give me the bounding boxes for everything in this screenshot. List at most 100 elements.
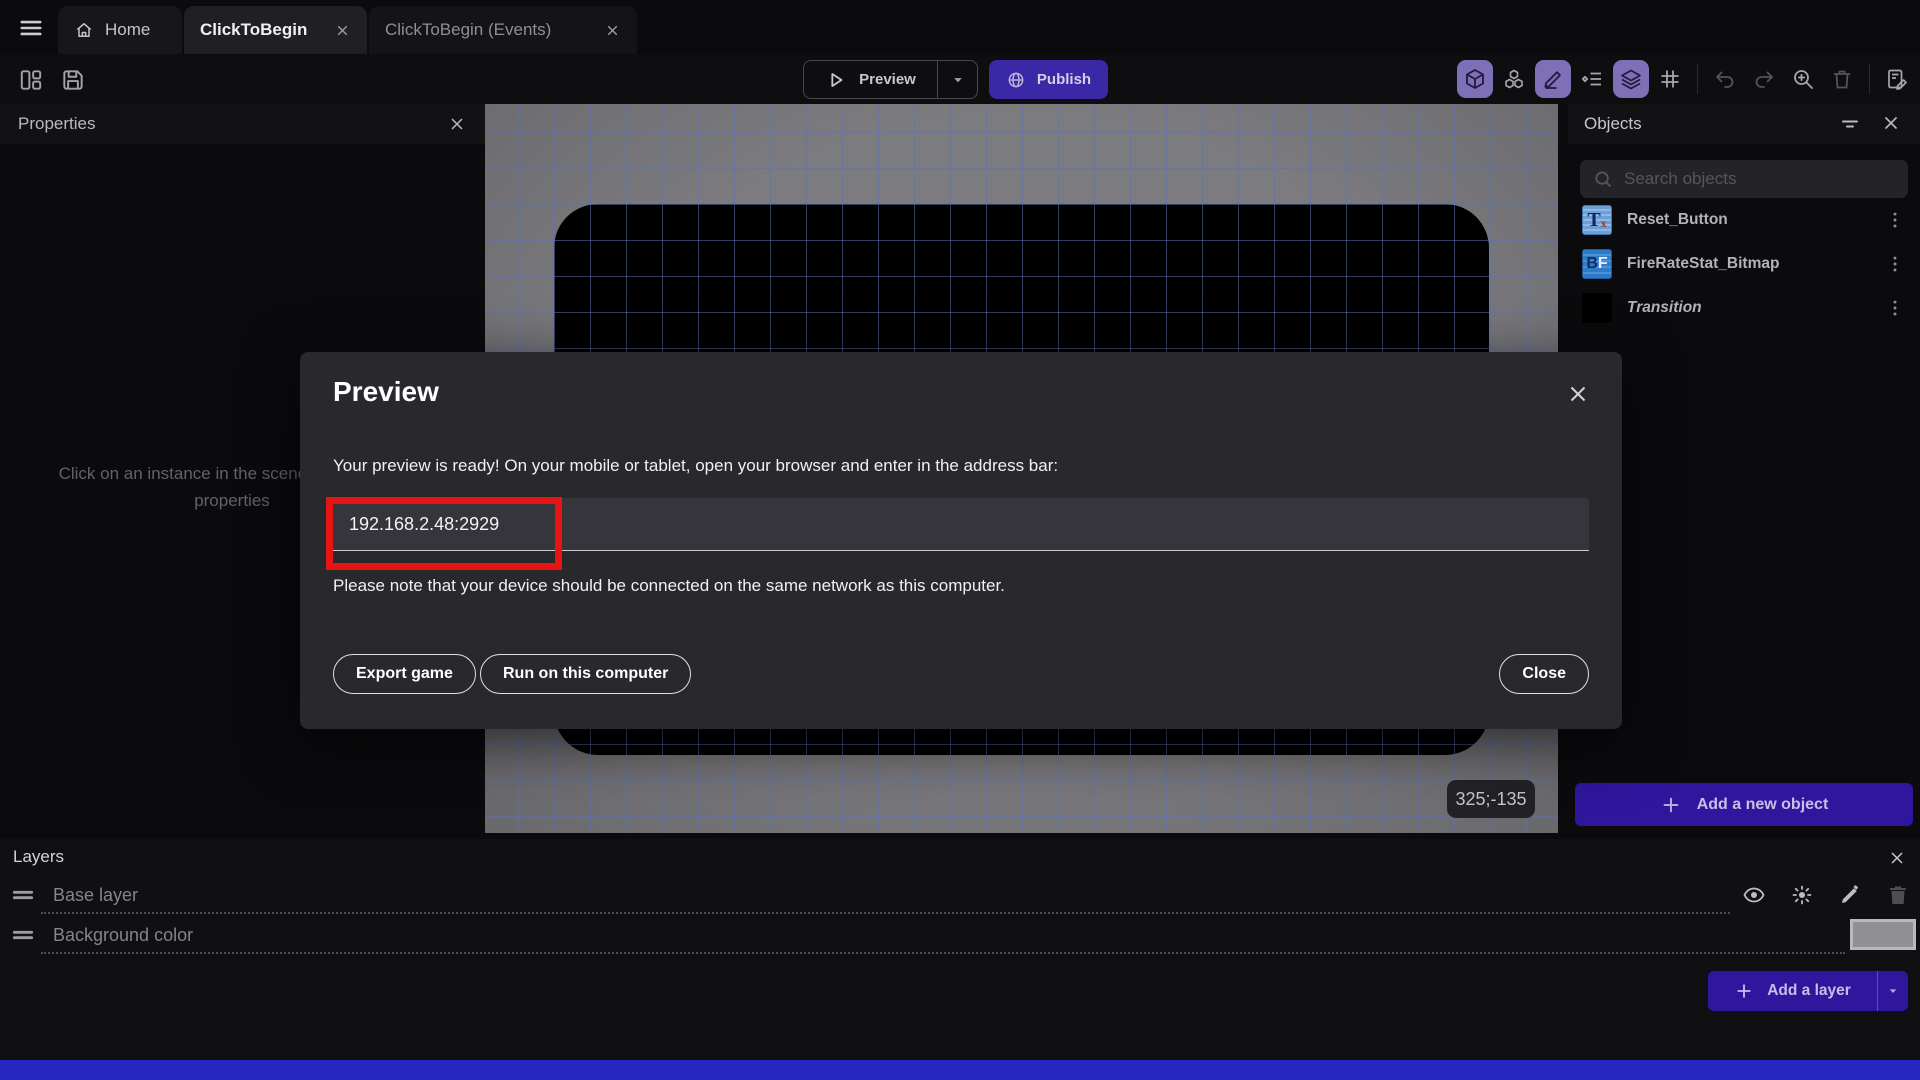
preview-button[interactable]: Preview xyxy=(803,60,978,99)
tab-events-editor[interactable]: ClickToBegin (Events) xyxy=(369,6,637,54)
close-icon[interactable] xyxy=(447,114,467,134)
text-object-icon: Tx xyxy=(1582,205,1612,235)
layer-row-base[interactable]: Base layer xyxy=(0,875,1920,915)
cubes-icon xyxy=(1502,67,1526,91)
preview-button-label: Preview xyxy=(859,71,916,88)
tab-scene-editor[interactable]: ClickToBegin xyxy=(184,6,367,54)
edit-layer-pencil-icon[interactable] xyxy=(1838,883,1862,907)
run-on-this-computer-button[interactable]: Run on this computer xyxy=(480,654,692,694)
background-color-swatch[interactable] xyxy=(1850,919,1916,950)
home-icon xyxy=(74,20,94,40)
toggle-3d-view-button[interactable] xyxy=(1457,60,1493,98)
add-new-object-label: Add a new object xyxy=(1696,795,1829,813)
zoom-button[interactable] xyxy=(1785,60,1821,98)
object-list-item[interactable]: BF FireRateStat_Bitmap xyxy=(1568,242,1920,286)
events-sheet-icon xyxy=(1885,67,1909,91)
publish-button-label: Publish xyxy=(1036,71,1092,88)
play-icon xyxy=(825,69,847,91)
open-project-manager-button[interactable] xyxy=(18,67,44,93)
editor-toolbar-icons xyxy=(1457,59,1915,99)
hamburger-icon xyxy=(18,15,44,41)
close-icon[interactable] xyxy=(1880,112,1904,136)
plus-icon xyxy=(1734,981,1754,1001)
search-icon xyxy=(1592,168,1614,190)
tab-bar: Home ClickToBegin ClickToBegin (Events) xyxy=(0,0,1920,54)
layer-actions xyxy=(1742,883,1910,907)
add-layer-label: Add a layer xyxy=(1767,982,1851,999)
layer-effects-icon[interactable] xyxy=(1790,883,1814,907)
layer-row-background-color[interactable]: Background color xyxy=(0,915,1920,955)
zoom-in-icon xyxy=(1791,67,1815,91)
layer-name: Base layer xyxy=(53,884,139,905)
close-tab-icon[interactable] xyxy=(334,22,351,39)
close-tab-icon[interactable] xyxy=(604,22,621,39)
drag-handle-icon[interactable] xyxy=(10,922,36,948)
annotation-highlight-rectangle xyxy=(326,497,562,570)
bottom-accent-strip xyxy=(0,1060,1920,1080)
add-layer-dropdown[interactable] xyxy=(1877,971,1908,1011)
bitmap-text-object-icon: BF xyxy=(1582,249,1612,279)
cursor-coordinates-badge: 325;-135 xyxy=(1447,780,1535,818)
preview-button-main[interactable]: Preview xyxy=(804,61,937,98)
toggle-grid-button[interactable] xyxy=(1652,60,1688,98)
chevron-down-icon xyxy=(1885,983,1901,999)
pencil-icon xyxy=(1541,67,1565,91)
object-name: Transition xyxy=(1627,299,1702,316)
instances-list-button[interactable] xyxy=(1574,60,1610,98)
preview-options-dropdown[interactable] xyxy=(937,61,977,98)
gdevelop-app: Home ClickToBegin ClickToBegin (Events) … xyxy=(0,0,1920,1080)
globe-icon xyxy=(1006,70,1026,90)
layers-panel-title: Layers xyxy=(13,847,65,866)
delete-button[interactable] xyxy=(1824,60,1860,98)
drag-handle-icon[interactable] xyxy=(10,882,36,908)
filter-icon[interactable] xyxy=(1838,112,1862,136)
objects-panel-header: Objects xyxy=(1568,104,1920,144)
visibility-eye-icon[interactable] xyxy=(1742,883,1766,907)
add-new-object-button[interactable]: Add a new object xyxy=(1575,783,1913,826)
object-list-item[interactable]: Tx Reset_Button xyxy=(1568,198,1920,242)
layers-panel: Layers Base layer Background color Add a xyxy=(0,839,1920,1060)
dialog-note-text: Please note that your device should be c… xyxy=(333,576,1005,595)
toolbar-divider xyxy=(1869,64,1870,94)
close-icon[interactable] xyxy=(1565,381,1591,407)
tab-home-label: Home xyxy=(105,20,151,39)
save-icon[interactable] xyxy=(60,67,86,93)
publish-button[interactable]: Publish xyxy=(989,60,1108,99)
search-objects-input[interactable] xyxy=(1624,169,1896,189)
objects-search-box[interactable] xyxy=(1580,160,1908,198)
more-options-icon[interactable] xyxy=(1884,253,1906,275)
export-game-button[interactable]: Export game xyxy=(333,654,476,694)
more-options-icon[interactable] xyxy=(1884,209,1906,231)
close-icon[interactable] xyxy=(1887,848,1907,868)
layer-name: Background color xyxy=(53,924,194,945)
properties-panel-title: Properties xyxy=(18,114,96,133)
main-menu-button[interactable] xyxy=(14,13,48,43)
undo-icon xyxy=(1713,67,1737,91)
object-list-item[interactable]: Transition xyxy=(1568,286,1920,330)
add-layer-button-main[interactable]: Add a layer xyxy=(1708,971,1877,1011)
close-dialog-button[interactable]: Close xyxy=(1499,654,1589,694)
tab-home[interactable]: Home xyxy=(58,6,182,54)
layers-icon xyxy=(1619,67,1643,91)
layers-panel-header: Layers xyxy=(0,839,1920,875)
dialog-title: Preview xyxy=(333,376,439,407)
trash-icon xyxy=(1830,67,1854,91)
undo-button[interactable] xyxy=(1707,60,1743,98)
instances-list-icon xyxy=(1580,67,1604,91)
properties-panel-header: Properties xyxy=(0,104,485,144)
tab-events-label: ClickToBegin (Events) xyxy=(385,20,552,39)
redo-icon xyxy=(1752,67,1776,91)
delete-layer-trash-icon[interactable] xyxy=(1886,883,1910,907)
scene-toolbar: Preview Publish xyxy=(0,54,1920,104)
more-options-icon[interactable] xyxy=(1884,297,1906,319)
layers-editor-button[interactable] xyxy=(1613,60,1649,98)
plus-icon xyxy=(1660,794,1682,816)
row-divider xyxy=(41,952,1845,954)
objects-editor-button[interactable] xyxy=(1496,60,1532,98)
object-name: Reset_Button xyxy=(1627,211,1728,228)
redo-button[interactable] xyxy=(1746,60,1782,98)
objects-panel-title: Objects xyxy=(1584,114,1642,133)
add-layer-button[interactable]: Add a layer xyxy=(1708,971,1908,1011)
edit-scene-events-button[interactable] xyxy=(1879,60,1915,98)
edit-properties-button[interactable] xyxy=(1535,60,1571,98)
